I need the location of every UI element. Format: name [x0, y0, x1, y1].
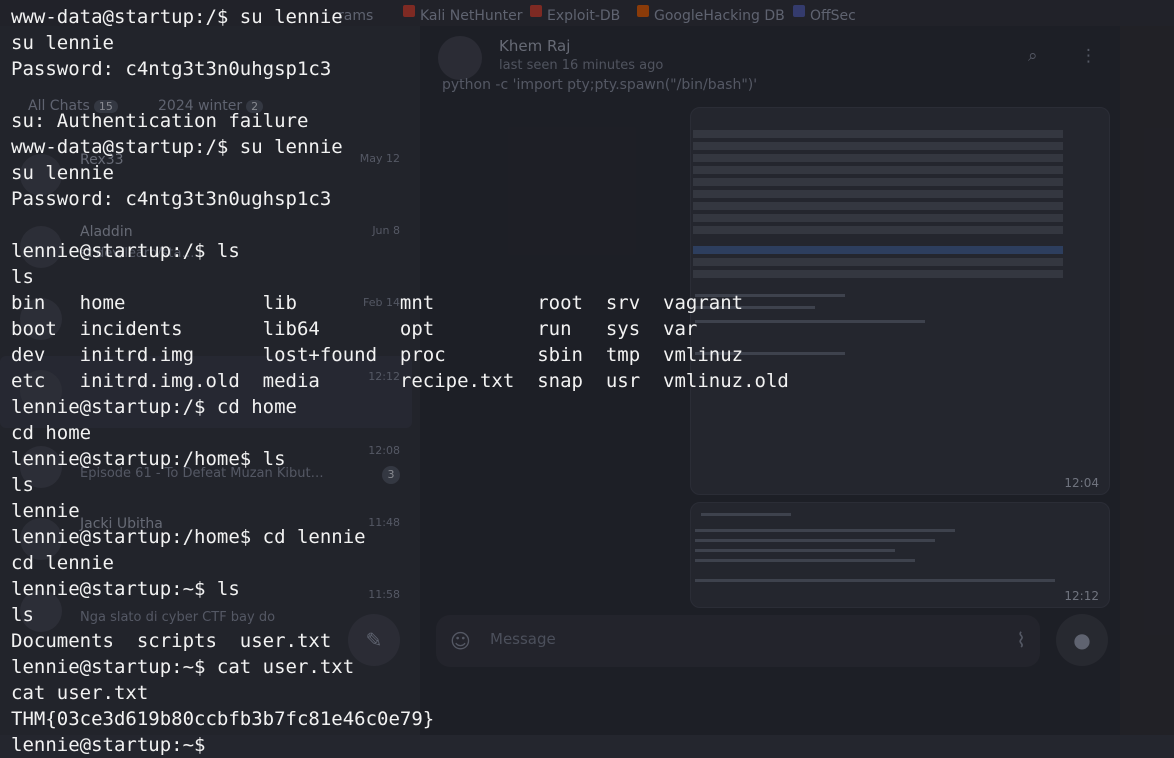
terminal-output[interactable]: www-data@startup:/$ su lennie su lennie Pa…	[11, 4, 789, 758]
terminal-line: lennie@startup:/$ cd home	[11, 396, 297, 418]
terminal-line: bin home lib mnt root srv vagrant	[11, 292, 744, 314]
terminal-line: cd lennie	[11, 552, 114, 574]
terminal-line: etc initrd.img.old media recipe.txt snap…	[11, 370, 789, 392]
terminal-line: lennie@startup:~$ cat user.txt	[11, 656, 355, 678]
terminal-line: dev initrd.img lost+found proc sbin tmp …	[11, 344, 744, 366]
terminal-line: Password: c4ntg3t3n0uhgsp1c3	[11, 58, 332, 80]
terminal-line: su lennie	[11, 162, 114, 184]
terminal-line: ls	[11, 604, 34, 626]
terminal-line: cat user.txt	[11, 682, 149, 704]
terminal-line: su lennie	[11, 32, 114, 54]
terminal-line: cd home	[11, 422, 92, 444]
terminal-line: ls	[11, 266, 34, 288]
terminal-line: Documents scripts user.txt	[11, 630, 332, 652]
terminal-line: su: Authentication failure	[11, 110, 309, 132]
terminal-line: Password: c4ntg3t3n0ughsp1c3	[11, 188, 332, 210]
terminal-flag-line: THM{03ce3d619b80ccbfb3b7fc81e46c0e79}	[11, 708, 435, 730]
terminal-line: ls	[11, 474, 34, 496]
terminal-line: lennie@startup:/home$ cd lennie	[11, 526, 366, 548]
terminal-line: www-data@startup:/$ su lennie	[11, 136, 343, 158]
terminal-line: lennie@startup:/$ ls	[11, 240, 240, 262]
terminal-line: lennie@startup:/home$ ls	[11, 448, 286, 470]
terminal-line: www-data@startup:/$ su lennie	[11, 6, 343, 28]
terminal-line: lennie	[11, 500, 80, 522]
terminal-line: boot incidents lib64 opt run sys var	[11, 318, 698, 340]
terminal-line: lennie@startup:~$ ls	[11, 578, 240, 600]
terminal-prompt[interactable]: lennie@startup:~$	[11, 732, 789, 758]
